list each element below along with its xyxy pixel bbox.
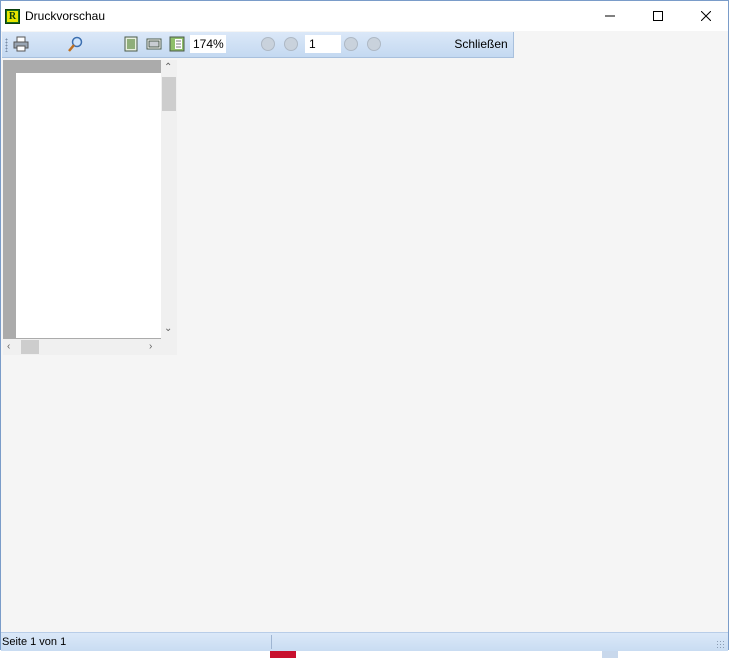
two-pages-button[interactable] xyxy=(145,36,163,52)
printer-icon xyxy=(13,36,29,52)
horizontal-scrollbar[interactable]: ‹ › xyxy=(3,339,161,355)
zoom-button[interactable] xyxy=(66,36,84,52)
print-preview-window: R Druckvorschau 174% 1 Schließen ⌃ ⌄ ‹ ›… xyxy=(0,0,729,651)
scroll-down-icon[interactable]: ⌄ xyxy=(164,324,172,334)
preview-toolbar: 174% 1 Schließen xyxy=(2,32,514,58)
background-app-fragment xyxy=(602,650,618,658)
multi-page-button[interactable] xyxy=(168,36,186,52)
vertical-scrollbar[interactable]: ⌃ ⌄ xyxy=(161,60,177,339)
maximize-button[interactable] xyxy=(635,1,681,31)
status-separator xyxy=(271,635,272,649)
app-logo-icon: R xyxy=(5,9,20,24)
single-page-icon xyxy=(124,36,138,52)
close-icon xyxy=(701,11,711,21)
scroll-up-icon[interactable]: ⌃ xyxy=(164,63,172,73)
page-setup-icon xyxy=(146,38,162,50)
status-page-info: Seite 1 von 1 xyxy=(2,636,67,648)
zoom-input[interactable]: 174% xyxy=(190,35,226,53)
preview-area: ⌃ ⌄ ‹ › xyxy=(3,60,177,355)
toolbar-grip[interactable] xyxy=(5,38,8,52)
horizontal-scroll-thumb[interactable] xyxy=(21,340,39,354)
scroll-left-icon[interactable]: ‹ xyxy=(7,342,10,352)
last-page-button[interactable] xyxy=(367,37,381,51)
one-page-button[interactable] xyxy=(122,36,140,52)
scrollbar-corner xyxy=(161,339,177,355)
multi-page-icon xyxy=(169,36,185,52)
title-bar: R Druckvorschau xyxy=(1,1,728,31)
next-page-button[interactable] xyxy=(344,37,358,51)
magnifier-icon xyxy=(68,36,83,52)
vertical-scroll-thumb[interactable] xyxy=(162,77,176,111)
page-number-input[interactable]: 1 xyxy=(305,35,341,53)
window-title: Druckvorschau xyxy=(25,9,106,23)
close-window-button[interactable] xyxy=(683,1,729,31)
preview-page xyxy=(16,73,161,338)
scroll-right-icon[interactable]: › xyxy=(149,342,152,352)
print-button[interactable] xyxy=(12,36,30,52)
previous-page-button[interactable] xyxy=(284,37,298,51)
resize-grip-icon[interactable] xyxy=(716,640,726,650)
maximize-icon xyxy=(653,11,663,21)
minimize-button[interactable] xyxy=(587,1,633,31)
close-preview-button[interactable]: Schließen xyxy=(450,35,512,53)
status-bar: Seite 1 von 1 xyxy=(1,632,728,651)
minimize-icon xyxy=(605,15,615,17)
first-page-button[interactable] xyxy=(261,37,275,51)
